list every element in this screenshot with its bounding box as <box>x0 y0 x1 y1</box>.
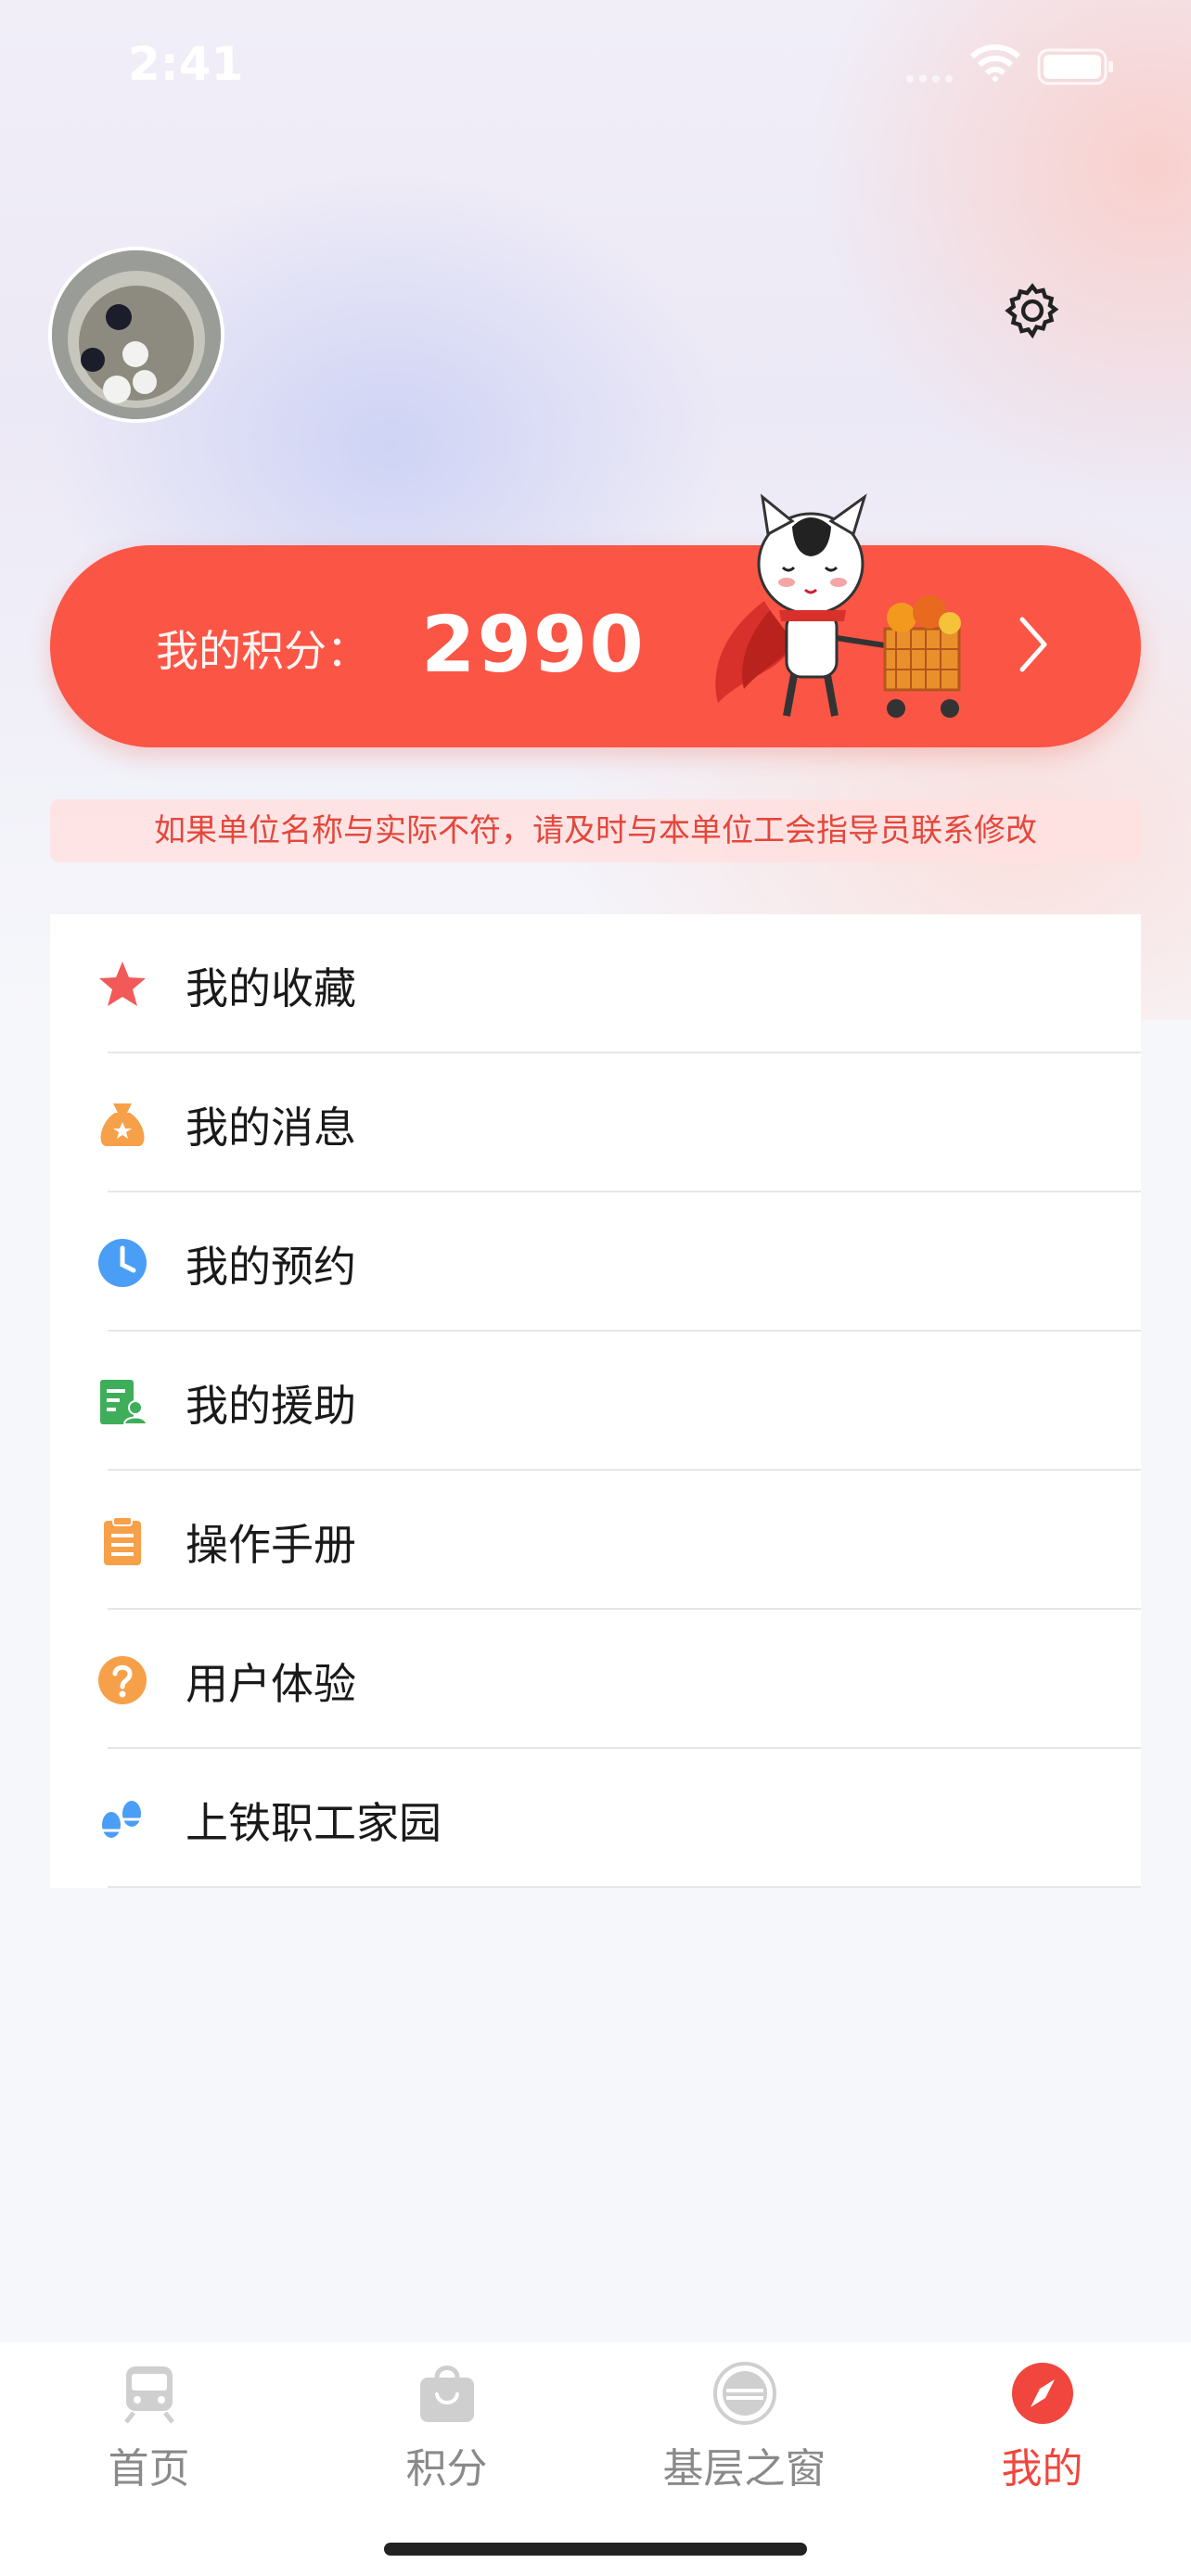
status-time: 2:41 <box>128 37 244 91</box>
shopping-bag-icon <box>420 2366 474 2422</box>
menu-item-label: 操作手册 <box>186 1520 356 1570</box>
notice-banner: 如果单位名称与实际不符，请及时与本单位工会指导员联系修改 <box>50 799 1141 862</box>
tab-label: 积分 <box>405 2445 488 2493</box>
star-icon <box>99 962 146 1006</box>
clipboard-icon <box>104 1516 141 1565</box>
mascot-shopping-cart-icon <box>715 493 961 718</box>
menu-item-manual[interactable]: 操作手册 <box>50 1471 1141 1610</box>
train-icon <box>124 2366 174 2424</box>
menu-item-staff-home[interactable]: 上铁职工家园 <box>50 1749 1141 1888</box>
tab-label: 基层之窗 <box>662 2445 826 2493</box>
tab-home[interactable]: 首页 <box>0 2342 298 2500</box>
tab-grassroots[interactable]: 基层之窗 <box>596 2342 893 2500</box>
tab-mine[interactable]: 我的 <box>893 2342 1191 2500</box>
tab-label: 首页 <box>108 2445 190 2493</box>
header-background <box>0 0 1191 1020</box>
avatar-image <box>52 250 221 419</box>
menu-item-label: 我的消息 <box>186 1103 356 1153</box>
status-bar: 2:41 <box>0 0 1191 130</box>
menu-item-appointments[interactable]: 我的预约 <box>50 1192 1141 1332</box>
menu-item-messages[interactable]: 我的消息 <box>50 1053 1141 1192</box>
home-indicator <box>384 2543 807 2556</box>
chevron-right-icon <box>1019 617 1047 672</box>
footprints-icon <box>102 1801 141 1838</box>
compass-icon <box>1012 2363 1073 2424</box>
clock-icon <box>98 1239 147 1287</box>
menu-item-label: 我的援助 <box>186 1381 356 1431</box>
money-bag-icon <box>100 1103 145 1146</box>
menu-list: 我的收藏 我的消息 我的预约 我的援助 操作手册 用户体验 上铁职工家园 <box>50 914 1141 1888</box>
railway-emblem-icon <box>713 2362 776 2425</box>
tab-label: 我的 <box>1001 2445 1083 2493</box>
question-icon <box>98 1656 147 1704</box>
settings-gear-icon[interactable] <box>1002 280 1063 341</box>
menu-item-label: 我的收藏 <box>186 963 356 1014</box>
divider <box>108 1886 1141 1888</box>
menu-item-label: 用户体验 <box>186 1659 356 1709</box>
menu-item-label: 我的预约 <box>186 1242 356 1292</box>
tab-points[interactable]: 积分 <box>298 2342 596 2500</box>
points-value: 2990 <box>421 599 646 690</box>
menu-item-user-experience[interactable]: 用户体验 <box>50 1610 1141 1749</box>
battery-icon <box>1037 48 1113 85</box>
tab-bar: 首页 积分 基层之窗 我的 <box>0 2342 1191 2576</box>
wifi-icon <box>970 45 1020 82</box>
signal-icon <box>906 75 953 83</box>
points-banner[interactable]: 我的积分： 2990 <box>50 493 1141 747</box>
menu-item-favorites[interactable]: 我的收藏 <box>50 914 1141 1053</box>
document-person-icon <box>100 1380 148 1425</box>
menu-item-assistance[interactable]: 我的援助 <box>50 1332 1141 1471</box>
points-label: 我的积分： <box>156 626 369 676</box>
menu-item-label: 上铁职工家园 <box>186 1798 442 1848</box>
avatar[interactable] <box>48 247 224 423</box>
